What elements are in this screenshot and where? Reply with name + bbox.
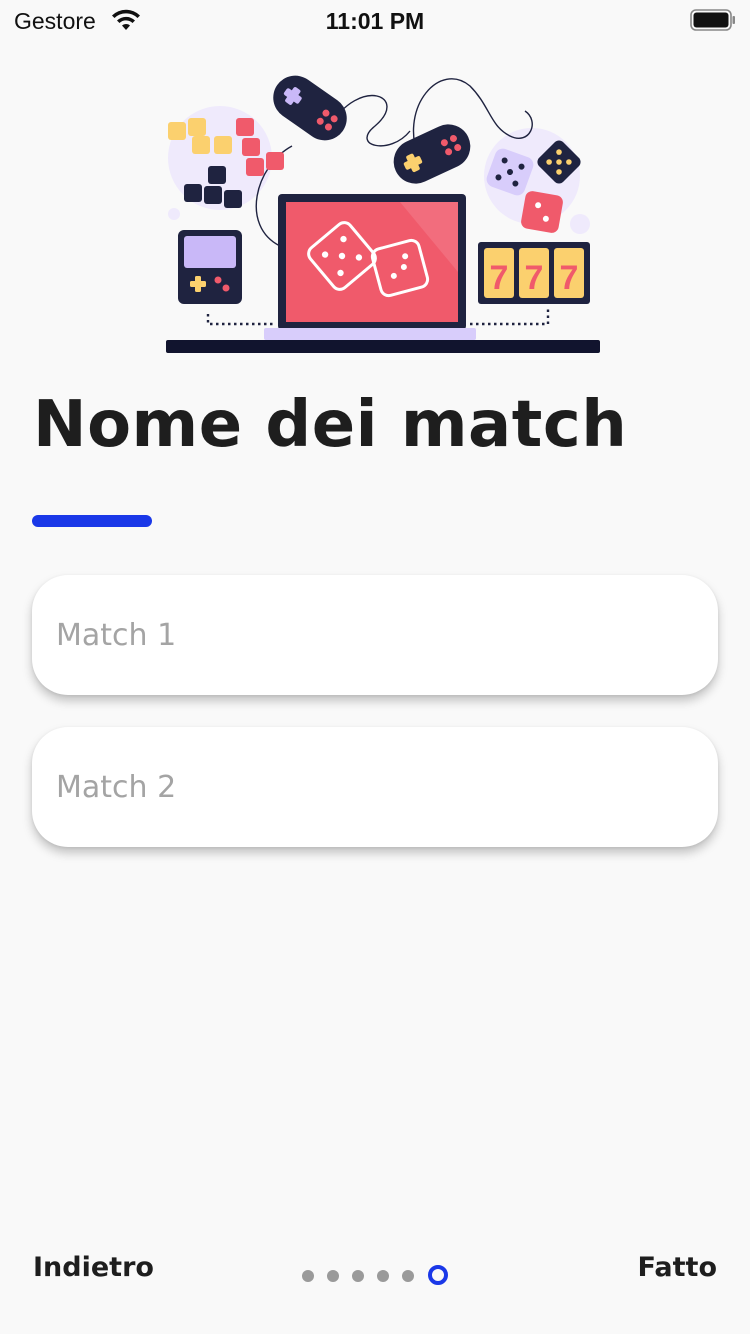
- page-dot: [327, 1270, 339, 1282]
- page-title: Nome dei match: [33, 388, 628, 462]
- page-dot: [377, 1270, 389, 1282]
- slot-reel-2: 7: [525, 259, 544, 297]
- slot-reel-1: 7: [490, 259, 509, 297]
- match-2-field[interactable]: [32, 727, 718, 847]
- bg-dot: [570, 214, 590, 234]
- battery-icon: [690, 9, 735, 31]
- page-dot: [302, 1270, 314, 1282]
- slot-reel-3: 7: [560, 259, 579, 297]
- title-underline: [32, 515, 152, 527]
- laptop-icon: [264, 194, 476, 340]
- slot-machine-icon: 7 7 7: [478, 242, 590, 304]
- clock: 11:01 PM: [325, 8, 425, 34]
- gaming-illustration: 7 7 7: [166, 75, 600, 353]
- app-screen: Gestore 11:01 PM 7 7 7 Nome dei match Ma…: [0, 0, 750, 1334]
- page-dot-active: [428, 1265, 448, 1285]
- back-button[interactable]: Indietro: [33, 1252, 154, 1283]
- table-surface: [166, 340, 600, 353]
- match-1-field[interactable]: [32, 575, 718, 695]
- bg-dot: [168, 208, 180, 220]
- gamepad-icon: [393, 124, 471, 184]
- match-1-input[interactable]: [56, 575, 696, 695]
- status-bar: Gestore 11:01 PM: [0, 0, 750, 40]
- gamepad-icon: [273, 75, 347, 141]
- handheld-console-icon: [178, 230, 242, 304]
- match-2-input[interactable]: [56, 727, 696, 847]
- page-dot: [352, 1270, 364, 1282]
- page-dot: [402, 1270, 414, 1282]
- done-button[interactable]: Fatto: [638, 1252, 717, 1283]
